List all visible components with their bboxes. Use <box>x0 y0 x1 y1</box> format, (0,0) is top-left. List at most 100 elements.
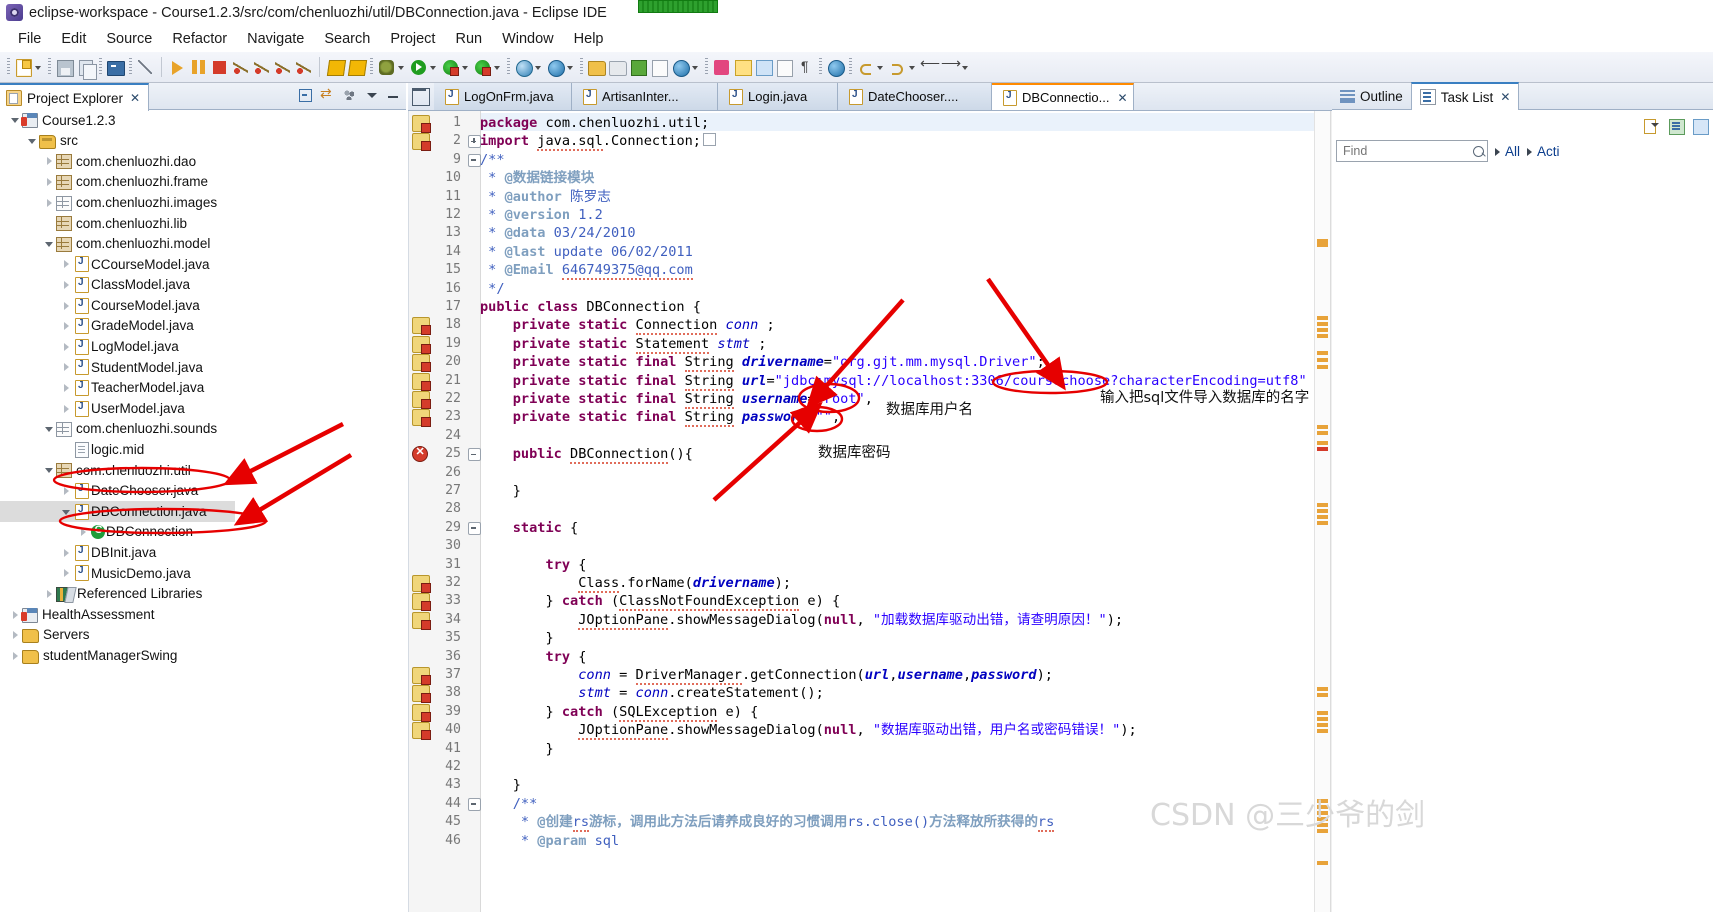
run-as-button[interactable] <box>441 58 460 77</box>
show-whitespace-icon[interactable] <box>796 58 815 77</box>
code-line[interactable]: } catch (ClassNotFoundException e) { <box>480 592 840 612</box>
new-file-button[interactable] <box>14 58 33 77</box>
minimize-icon[interactable] <box>384 86 402 104</box>
overview-marker[interactable] <box>1317 328 1328 332</box>
menu-search[interactable]: Search <box>314 29 380 49</box>
tree-item-course1-2-3[interactable]: Course1.2.3 <box>0 110 406 131</box>
chevron-right-icon[interactable] <box>76 525 90 539</box>
link-with-editor-icon[interactable] <box>318 85 336 104</box>
tree-item-com-chenluozhi-model[interactable]: com.chenluozhi.model <box>0 234 406 255</box>
tree-item-ccoursemodel-java[interactable]: CCourseModel.java <box>0 254 406 275</box>
warning-marker-icon[interactable] <box>412 335 431 354</box>
code-line[interactable]: conn = DriverManager.getConnection(url,u… <box>480 666 1053 685</box>
code-line[interactable]: private static final String password="", <box>480 408 840 428</box>
tree-item-usermodel-java[interactable]: UserModel.java <box>0 398 406 419</box>
code-line[interactable]: public class DBConnection { <box>480 298 701 316</box>
chevron-down-icon[interactable] <box>25 134 39 148</box>
toolbar-drag-handle[interactable] <box>7 58 10 76</box>
coverage-dropdown-icon[interactable] <box>493 58 502 77</box>
chevron-right-icon[interactable] <box>59 340 73 354</box>
coverage-button[interactable] <box>473 58 492 77</box>
tree-item-servers[interactable]: Servers <box>0 625 406 646</box>
code-line[interactable]: * @创建rs游标，调用此方法后请养成良好的习惯调用rs.close()方法释放… <box>480 813 1055 833</box>
error-marker-icon[interactable] <box>412 445 428 463</box>
chevron-right-icon[interactable] <box>59 546 73 560</box>
new-server-icon[interactable] <box>546 58 565 77</box>
forward-icon[interactable] <box>941 55 961 77</box>
chevron-right-icon[interactable] <box>59 381 73 395</box>
forward-dropdown-icon[interactable] <box>961 58 970 77</box>
resume-button[interactable] <box>168 58 187 77</box>
editor-marker-gutter[interactable] <box>409 111 432 912</box>
menu-window[interactable]: Window <box>492 29 564 49</box>
warning-marker-icon[interactable] <box>412 115 431 133</box>
step-over-icon[interactable] <box>273 58 292 77</box>
overview-marker[interactable] <box>1317 447 1328 451</box>
categorize-icon[interactable] <box>1666 117 1686 135</box>
tree-item-referenced-libraries[interactable]: Referenced Libraries <box>0 584 406 605</box>
code-line[interactable]: /** <box>480 795 538 813</box>
toolbar-drag-handle[interactable] <box>507 58 510 76</box>
code-line[interactable]: public DBConnection(){ <box>480 445 693 465</box>
code-line[interactable]: stmt = conn.createStatement(); <box>480 684 824 702</box>
warning-marker-icon[interactable] <box>412 685 431 704</box>
code-line[interactable]: private static final String url="jdbc:my… <box>480 372 1307 391</box>
close-icon[interactable]: ✕ <box>1117 91 1127 105</box>
expand-active-icon[interactable] <box>1525 144 1535 158</box>
code-line[interactable]: } <box>480 482 521 500</box>
warning-marker-icon[interactable] <box>412 133 431 152</box>
overview-marker[interactable] <box>1317 711 1328 715</box>
tree-item-teachermodel-java[interactable]: TeacherModel.java <box>0 378 406 399</box>
menu-project[interactable]: Project <box>380 29 445 49</box>
code-line[interactable]: /** <box>480 151 505 169</box>
clear-icon[interactable] <box>1470 143 1485 158</box>
tree-item-studentmanagerswing[interactable]: studentManagerSwing <box>0 645 406 666</box>
code-line[interactable]: } catch (SQLException e) { <box>480 703 758 722</box>
warning-marker-icon[interactable] <box>412 575 431 593</box>
search-dropdown-icon[interactable] <box>691 58 700 77</box>
toolbar-drag-handle[interactable] <box>48 58 51 76</box>
overview-marker[interactable] <box>1317 358 1328 362</box>
new-file-dropdown-icon[interactable] <box>34 58 43 77</box>
code-line[interactable]: * @version 1.2 <box>480 206 603 224</box>
new-java-project-icon[interactable] <box>629 58 648 77</box>
collapse-all-icon[interactable] <box>296 86 314 104</box>
suspend-button[interactable] <box>189 58 208 77</box>
previous-annotation-icon[interactable] <box>347 58 368 77</box>
restore-editor-icon[interactable] <box>412 88 430 106</box>
new-task-icon[interactable] <box>1642 117 1662 135</box>
step-return-icon[interactable] <box>294 58 313 77</box>
code-line[interactable]: * @param sql <box>480 832 619 850</box>
tree-item-com-chenluozhi-frame[interactable]: com.chenluozhi.frame <box>0 172 406 193</box>
tree-item-com-chenluozhi-dao[interactable]: com.chenluozhi.dao <box>0 151 406 172</box>
code-line[interactable]: * @数据链接模块 <box>480 169 594 187</box>
toolbar-drag-handle[interactable] <box>370 58 373 76</box>
tree-item-coursemodel-java[interactable]: CourseModel.java <box>0 295 406 316</box>
new-package-icon[interactable] <box>650 58 669 77</box>
find-field[interactable] <box>1341 143 1473 159</box>
previous-edit-icon[interactable] <box>856 58 875 77</box>
tree-item-musicdemo-java[interactable]: MusicDemo.java <box>0 563 406 584</box>
menu-run[interactable]: Run <box>445 29 492 49</box>
toolbar-drag-handle[interactable] <box>580 58 583 76</box>
chevron-right-icon[interactable] <box>59 257 73 271</box>
next-edit-icon[interactable] <box>888 58 907 77</box>
tab-project-explorer[interactable]: Project Explorer ✕ <box>0 83 150 111</box>
save-all-button[interactable] <box>76 58 97 80</box>
new-web-project-icon[interactable] <box>514 58 533 77</box>
warning-marker-icon[interactable] <box>412 611 431 630</box>
tree-item-healthassessment[interactable]: HealthAssessment <box>0 604 406 625</box>
overview-marker[interactable] <box>1317 503 1328 507</box>
tree-item-studentmodel-java[interactable]: StudentModel.java <box>0 357 406 378</box>
overview-marker[interactable] <box>1317 861 1328 865</box>
warning-marker-icon[interactable] <box>412 317 431 336</box>
tree-item-src[interactable]: src <box>0 131 406 152</box>
open-console-button[interactable] <box>106 58 125 77</box>
tree-item-dbconnection[interactable]: DBConnection <box>0 522 406 543</box>
menu-help[interactable]: Help <box>564 29 614 49</box>
search-icon[interactable] <box>671 58 690 77</box>
run-button[interactable] <box>409 58 428 77</box>
filter-all[interactable]: All <box>1505 144 1520 159</box>
menu-edit[interactable]: Edit <box>51 29 96 49</box>
chevron-down-icon[interactable] <box>59 505 73 519</box>
